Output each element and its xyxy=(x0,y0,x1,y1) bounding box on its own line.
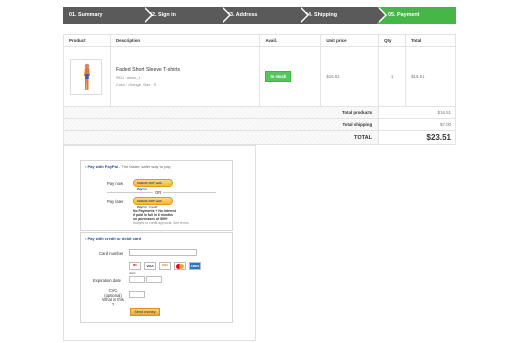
product-image xyxy=(84,63,90,90)
col-product: Product xyxy=(63,34,111,47)
grand-total-value: $23.51 xyxy=(378,130,456,145)
unit-price: $16.51 xyxy=(320,46,380,107)
pay-now-label: Pay now xyxy=(107,181,124,186)
maestro-icon: MC xyxy=(129,262,141,270)
quantity: 1 xyxy=(378,46,407,107)
expiration-month-input[interactable] xyxy=(129,276,145,283)
payment-container: › Pay with PayPal - The faster, safer wa… xyxy=(63,145,256,341)
cvc-label: CVC (optional) What is this ? xyxy=(102,288,124,307)
stock-badge: In stock xyxy=(265,71,292,82)
step-sign-in[interactable]: 02. Sign in xyxy=(143,7,231,24)
step-address[interactable]: 03. Address xyxy=(221,7,309,24)
cvc-input[interactable] xyxy=(129,291,145,298)
product-sku: SKU : demo_1 xyxy=(115,75,141,80)
total-shipping-row: Total shipping $7.00 xyxy=(62,118,456,131)
expiration-label: Expiration date xyxy=(93,278,121,283)
paypal-panel: › Pay with PayPal - The faster, safer wa… xyxy=(80,160,233,231)
or-label: OR xyxy=(153,190,164,195)
card-brand-icons: MC VISA DISC AMEX xyxy=(129,262,201,270)
product-attributes: Color : Orange, Size : S xyxy=(115,82,157,87)
paypal-panel-title: › Pay with PayPal - The faster, safer wa… xyxy=(85,164,171,169)
step-shipping[interactable]: 04. Shipping xyxy=(299,7,387,24)
paypal-credit-button[interactable]: CHECK OUT with PayPal Credit xyxy=(133,197,173,209)
pay-later-label: Pay later xyxy=(107,199,124,204)
col-qty: Qty xyxy=(378,34,407,47)
line-total: $16.51 xyxy=(405,46,456,107)
product-name[interactable]: Faded Short Sleeve T-shirts xyxy=(116,67,260,73)
total-products-value: $16.51 xyxy=(378,106,456,119)
checkout-steps: 01. Summary 02. Sign in 03. Address 04. … xyxy=(63,7,456,24)
col-unit-price: Unit price xyxy=(320,34,380,47)
paypal-credit-note: No Payments + No Interest if paid in ful… xyxy=(133,209,189,225)
card-panel: › Pay with credit or debit card Card num… xyxy=(80,232,233,323)
col-description: Description xyxy=(109,34,261,47)
product-thumbnail[interactable] xyxy=(70,58,102,95)
mastercard-icon xyxy=(174,262,186,270)
card-panel-title: › Pay with credit or debit card xyxy=(85,236,142,241)
grand-total-row: TOTAL $23.51 xyxy=(62,130,456,145)
expiration-year-input[interactable] xyxy=(146,276,162,283)
card-number-label: Card number xyxy=(99,251,124,256)
total-products-row: Total products $16.51 xyxy=(62,106,456,119)
col-total: Total xyxy=(405,34,456,47)
cart-summary-table: Product Description Avail. Unit price Qt… xyxy=(62,34,456,145)
terms-link[interactable]: Subject to credit approval. See terms xyxy=(133,221,189,225)
visa-icon: VISA xyxy=(144,262,156,270)
card-number-input[interactable] xyxy=(129,249,197,256)
total-shipping-label: Total shipping xyxy=(62,118,380,131)
total-shipping-value: $7.00 xyxy=(378,118,456,131)
discover-icon: DISC xyxy=(159,262,171,270)
grand-total-label: TOTAL xyxy=(62,130,380,145)
paypal-checkout-button[interactable]: CHECK OUT with PayPal xyxy=(133,179,173,191)
debit-caption: debit xyxy=(129,271,136,275)
send-money-button[interactable]: Send money xyxy=(130,308,160,316)
total-products-label: Total products xyxy=(62,106,380,119)
col-avail: Avail. xyxy=(259,34,322,47)
step-summary[interactable]: 01. Summary xyxy=(63,7,153,24)
step-payment: 05. Payment xyxy=(377,7,456,24)
whats-this-link[interactable]: What is this ? xyxy=(102,297,124,307)
table-row: Faded Short Sleeve T-shirts SKU : demo_1… xyxy=(63,46,456,107)
amex-icon: AMEX xyxy=(189,262,201,270)
